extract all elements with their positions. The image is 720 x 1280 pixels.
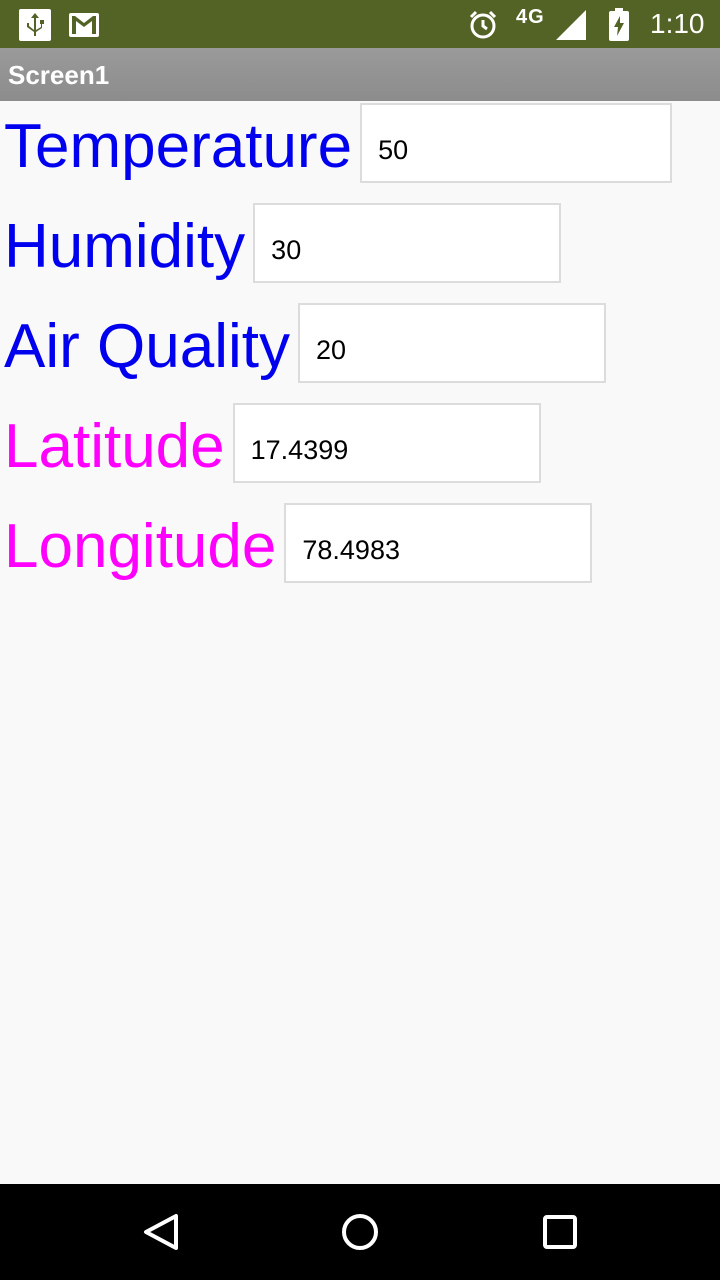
latitude-row: Latitude: [0, 401, 720, 501]
home-icon[interactable]: [336, 1208, 384, 1256]
back-icon[interactable]: [136, 1208, 184, 1256]
humidity-row: Humidity: [0, 201, 720, 301]
network-type-label: 4G: [516, 6, 545, 28]
title-bar: Screen1: [0, 48, 720, 101]
navigation-bar: [0, 1184, 720, 1280]
air-quality-row: Air Quality: [0, 301, 720, 401]
screen-title: Screen1: [8, 60, 110, 90]
humidity-input[interactable]: [253, 203, 562, 283]
latitude-label: Latitude: [4, 412, 225, 481]
latitude-input[interactable]: [232, 403, 541, 483]
longitude-label: Longitude: [4, 512, 277, 581]
recents-icon[interactable]: [536, 1208, 584, 1256]
signal-icon: [556, 10, 588, 45]
gmail-icon: [68, 12, 100, 43]
battery-charging-icon: [608, 8, 630, 47]
air-quality-label: Air Quality: [4, 312, 290, 381]
form-content: Temperature Humidity Air Quality Latitud…: [0, 101, 720, 601]
temperature-input[interactable]: [360, 103, 673, 183]
clock-time: 1:10: [650, 8, 705, 39]
temperature-label: Temperature: [4, 112, 353, 181]
longitude-input[interactable]: [284, 503, 593, 583]
air-quality-input[interactable]: [297, 303, 606, 383]
status-bar: 4G 1:10: [0, 0, 720, 48]
longitude-row: Longitude: [0, 501, 720, 601]
alarm-icon: [468, 10, 498, 45]
temperature-row: Temperature: [0, 101, 720, 201]
humidity-label: Humidity: [4, 212, 246, 281]
usb-icon: [18, 8, 52, 47]
